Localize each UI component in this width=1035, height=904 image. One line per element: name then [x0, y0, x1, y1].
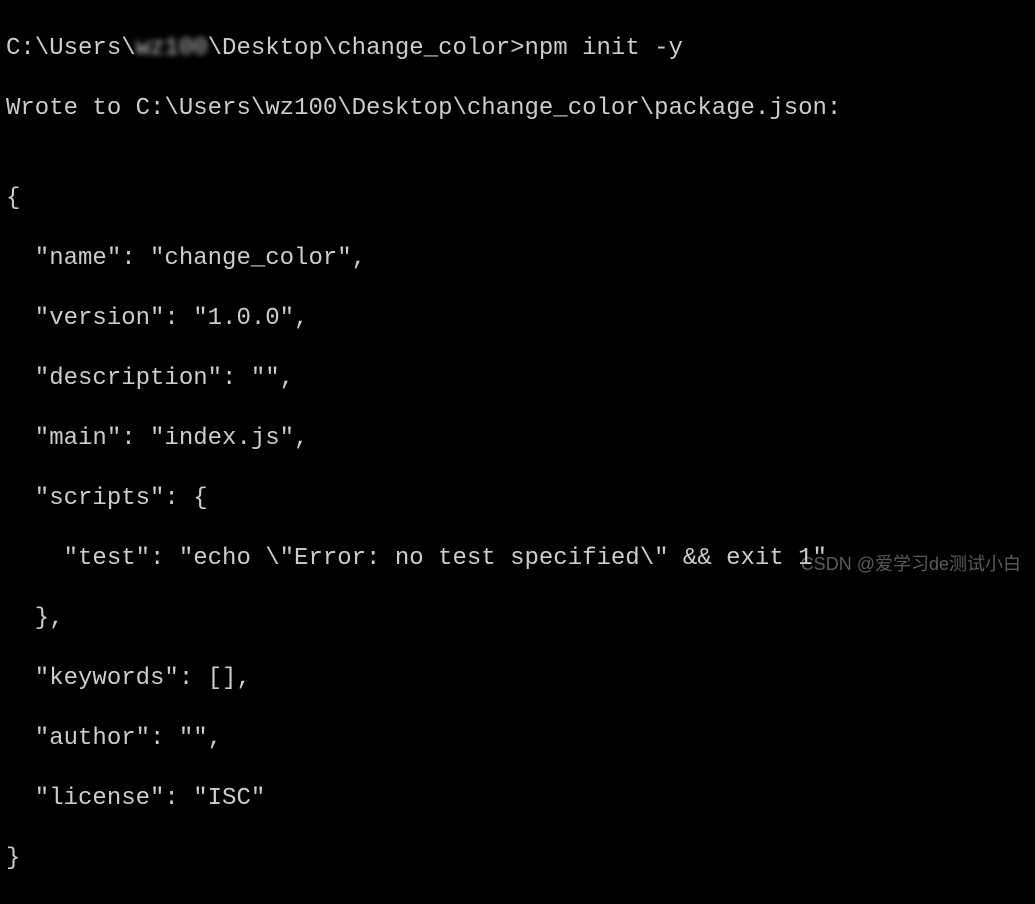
terminal-output[interactable]: C:\Users\wz100\Desktop\change_color>npm … — [6, 4, 1029, 904]
json-license: "license": "ISC" — [6, 784, 1029, 814]
watermark-text: CSDN @爱学习de测试小白 — [801, 553, 1021, 576]
prompt-path-prefix: C:\Users\ — [6, 35, 136, 62]
json-main: "main": "index.js", — [6, 424, 1029, 454]
json-name: "name": "change_color", — [6, 244, 1029, 274]
json-scripts-open: "scripts": { — [6, 484, 1029, 514]
json-open-brace: { — [6, 184, 1029, 214]
json-author: "author": "", — [6, 724, 1029, 754]
json-close-brace: } — [6, 844, 1029, 874]
output-wrote-line: Wrote to C:\Users\wz100\Desktop\change_c… — [6, 94, 1029, 124]
json-scripts-close: }, — [6, 604, 1029, 634]
prompt-username: wz100 — [136, 34, 208, 64]
prompt-line: C:\Users\wz100\Desktop\change_color>npm … — [6, 34, 1029, 64]
json-version: "version": "1.0.0", — [6, 304, 1029, 334]
json-keywords: "keywords": [], — [6, 664, 1029, 694]
json-description: "description": "", — [6, 364, 1029, 394]
command-text: npm init -y — [525, 35, 683, 62]
prompt-path-suffix: \Desktop\change_color> — [208, 35, 525, 62]
